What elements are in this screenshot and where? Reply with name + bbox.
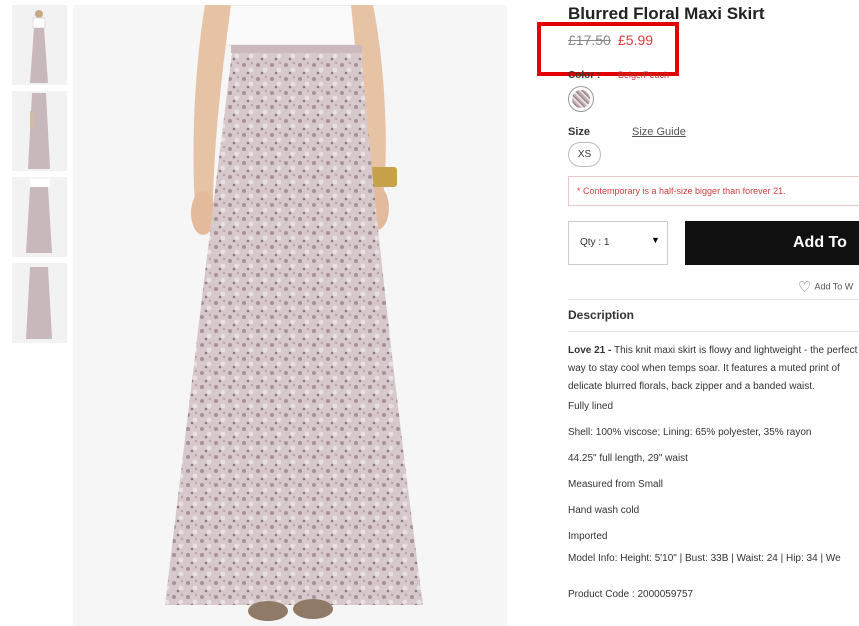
size-note: * Contemporary is a half-size bigger tha… [568, 176, 859, 206]
thumbnail-image [28, 93, 50, 169]
add-to-wishlist-link[interactable]: ♡ Add To W [798, 278, 853, 296]
thumbnail-image [30, 10, 48, 83]
size-label: Size [568, 126, 591, 138]
quantity-label: Qty : 1 [580, 237, 610, 248]
wishlist-label: Add To W [814, 281, 854, 292]
divider [568, 299, 859, 300]
divider [568, 331, 859, 332]
caret-down-icon: ▼ [651, 235, 660, 245]
thumbnail-gallery [12, 5, 68, 349]
detail-line: Measured from Small [568, 479, 664, 490]
price-highlight-box [537, 22, 679, 76]
quantity-select[interactable]: Qty : 1 ▼ [568, 221, 668, 265]
thumbnail-4[interactable] [12, 263, 67, 343]
size-option-xs[interactable]: XS [568, 142, 601, 167]
description-paragraph: This knit maxi skirt is flowy and lightw… [568, 345, 858, 392]
main-product-image [73, 5, 507, 626]
thumbnail-image [26, 267, 52, 339]
thumbnail-2[interactable] [12, 91, 67, 171]
detail-line: 44.25" full length, 29" waist [568, 453, 688, 464]
product-code: Product Code : 2000059757 [568, 589, 694, 600]
description-text: Love 21 - This knit maxi skirt is flowy … [568, 342, 859, 396]
color-label: Color : [568, 70, 601, 81]
thumbnail-1[interactable] [12, 5, 67, 85]
original-price: £17.50 [568, 32, 611, 48]
add-to-bag-button[interactable]: Add To [685, 221, 859, 265]
size-guide-link[interactable]: Size Guide [632, 126, 686, 138]
swatch-pattern [572, 90, 590, 108]
skirt-image [165, 5, 423, 621]
sale-price: £5.99 [618, 32, 654, 48]
detail-line: Shell: 100% viscose; Lining: 65% polyest… [568, 427, 812, 438]
brand-name: Love 21 - [568, 345, 612, 356]
thumbnail-image [26, 179, 52, 253]
description-heading: Description [568, 308, 635, 322]
detail-line: Hand wash cold [568, 505, 640, 516]
thumbnail-3[interactable] [12, 177, 67, 257]
heart-icon: ♡ [798, 279, 812, 296]
product-title: Blurred Floral Maxi Skirt [568, 4, 765, 23]
model-info: Model Info: Height: 5'10" | Bust: 33B | … [568, 553, 841, 564]
detail-line: Fully lined [568, 401, 614, 412]
color-swatch[interactable] [568, 86, 594, 112]
color-value: Beige/Peach [618, 70, 670, 80]
detail-line: Imported [568, 531, 608, 542]
